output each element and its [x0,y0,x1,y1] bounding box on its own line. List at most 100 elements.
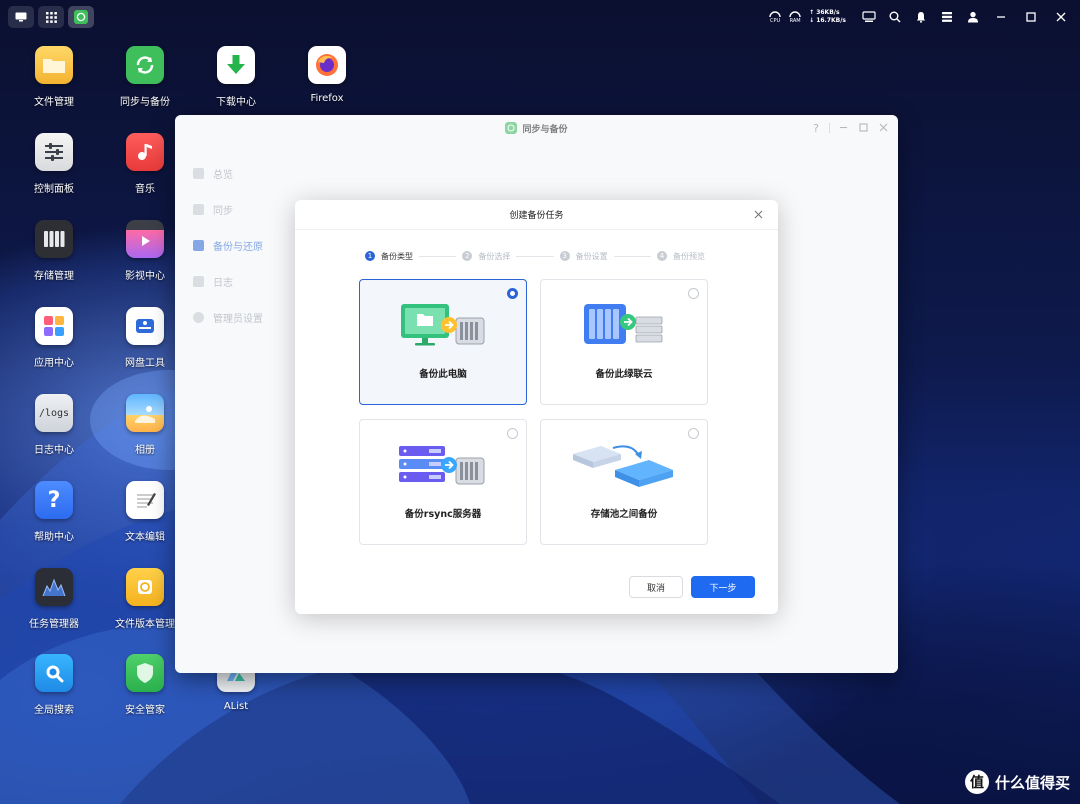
ram-gauge[interactable]: RAM [789,10,801,24]
step-connector [516,255,554,257]
desktop-icon-download-center[interactable]: 下载中心 [191,46,281,126]
desktop-icon-sync-backup[interactable]: 同步与备份 [100,46,190,126]
option-radio[interactable] [688,288,699,299]
cpu-gauge[interactable]: CPU [769,10,781,24]
desktop-icon-label: 下载中心 [216,97,256,108]
step-label: 备份设置 [575,251,608,261]
task-manager-icon [35,568,73,606]
close-button[interactable] [1050,8,1072,26]
option-label: 备份rsync服务器 [404,509,482,520]
desktop-icon-storage[interactable]: 存储管理 [9,220,99,300]
logs-icon: /logs [35,394,73,432]
option-label: 备份此绿联云 [595,369,653,380]
step-number: 1 [365,251,375,261]
desktop-icon-label: 存储管理 [34,271,74,282]
desktop-icon-label: 安全管家 [125,705,165,716]
photo-icon [126,394,164,432]
ram-label: RAM [789,18,801,24]
desktop-icon-help-center[interactable]: ? 帮助中心 [9,481,99,561]
security-icon [126,654,164,692]
desktop-icon-label: 全局搜索 [34,705,74,716]
desktop-icon-label: 控制面板 [34,184,74,195]
option-backup-this-pc[interactable]: 备份此电脑 [359,279,527,405]
logs-glyph: /logs [38,407,70,419]
desktop-icon-control-panel[interactable]: 控制面板 [9,133,99,213]
option-backup-between-pools[interactable]: 存储池之间备份 [540,419,708,545]
create-backup-dialog: 创建备份任务 1 备份类型 2 备份选择 3 备份设置 4 备份预览 备份此电脑… [295,200,778,614]
watermark: 值 什么值得买 [964,770,1070,794]
option-label: 存储池之间备份 [590,509,658,520]
desktop-icon-label: 帮助中心 [34,532,74,543]
network-icon [862,11,876,22]
option-radio[interactable] [688,428,699,439]
desktop-icon-task-manager[interactable]: 任务管理器 [9,568,99,648]
desktop-icon-label: 网盘工具 [125,358,165,369]
notifications-button[interactable] [912,8,930,26]
download-speed: ↓ 16.7KB/s [809,17,846,24]
help-glyph: ? [47,487,61,513]
step-connector [419,255,457,257]
step-indicator: 1 备份类型 2 备份选择 3 备份设置 4 备份预览 [365,249,705,263]
step-backup-preview: 4 备份预览 [656,251,705,262]
app-center-icon [35,307,73,345]
user-icon [968,11,978,23]
desktop-icon-label: 影视中心 [125,271,165,282]
search-button[interactable] [886,8,904,26]
file-version-icon [126,568,164,606]
option-radio[interactable] [507,288,518,299]
option-label: 备份此电脑 [419,369,467,380]
folder-icon [35,46,73,84]
nas-to-server-illustration [541,300,707,356]
desktop-icon-label: 文件版本管理 [115,619,175,630]
desktop-icon-app-center[interactable]: 应用中心 [9,307,99,387]
desktop-icon-label: 任务管理器 [29,619,79,630]
desktop-icon-label: 相册 [135,445,155,456]
dialog-header: 创建备份任务 [295,200,778,230]
video-icon [126,220,164,258]
control-panel-icon [35,133,73,171]
watermark-badge: 值 [964,770,989,794]
help-icon: ? [35,481,73,519]
cloud-drive-icon [126,307,164,345]
maximize-icon [1026,12,1036,22]
sync-icon [74,10,88,24]
upload-speed: ↑ 36KB/s [809,9,840,16]
step-label: 备份预览 [672,251,705,261]
widgets-button[interactable] [938,8,956,26]
step-backup-selection: 2 备份选择 [462,251,510,262]
sync-icon [126,46,164,84]
dialog-close-button[interactable] [753,209,764,220]
app-grid-button[interactable] [38,6,64,28]
desktop-icon-global-search[interactable]: 全局搜索 [9,654,99,734]
option-backup-this-nas[interactable]: 备份此绿联云 [540,279,708,405]
network-button[interactable] [860,8,878,26]
ram-gauge-icon [789,11,801,18]
show-desktop-button[interactable] [8,6,34,28]
taskbar-sync-backup[interactable] [68,6,94,28]
user-button[interactable] [964,8,982,26]
cpu-gauge-icon [769,11,781,18]
maximize-button[interactable] [1020,8,1042,26]
step-backup-settings: 3 备份设置 [559,251,608,262]
desktop-icon-file-manager[interactable]: 文件管理 [9,46,99,126]
search-icon [35,654,73,692]
pool-to-pool-illustration [541,440,707,496]
cancel-button[interactable]: 取消 [629,576,683,598]
step-number: 4 [656,251,667,261]
next-step-button[interactable]: 下一步 [691,576,755,598]
step-label: 备份类型 [381,251,413,261]
desktop-icon-firefox[interactable]: Firefox [282,46,372,126]
top-bar: CPU RAM ↑ 36KB/s ↓ 16.7KB/s [0,0,1080,34]
music-icon [126,133,164,171]
desktop-icon-label: 文本编辑 [125,532,165,543]
option-backup-rsync-server[interactable]: 备份rsync服务器 [359,419,527,545]
minimize-button[interactable] [990,8,1012,26]
minimize-icon [997,16,1005,18]
cpu-label: CPU [770,18,781,24]
grid-icon [45,11,57,23]
pc-to-nas-illustration [360,300,526,356]
monitor-icon [15,12,27,22]
option-radio[interactable] [507,428,518,439]
desktop-icon-label: Firefox [310,93,344,104]
desktop-icon-log-center[interactable]: /logs 日志中心 [9,394,99,474]
